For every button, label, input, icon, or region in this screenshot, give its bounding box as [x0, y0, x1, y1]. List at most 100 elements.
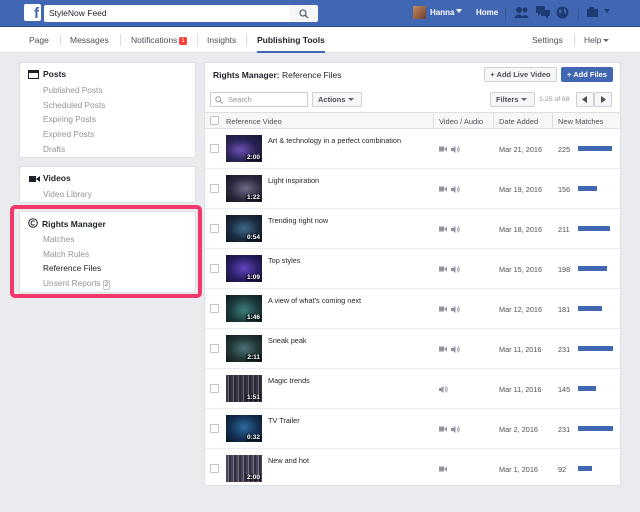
page-switcher-icon[interactable]	[587, 6, 601, 19]
search-icon	[215, 96, 223, 104]
table-row[interactable]: 1:46 A view of what's coming next Mar 12, …	[205, 289, 620, 329]
sidebar-item-video-library[interactable]: Video Library	[43, 189, 92, 199]
home-link[interactable]: Home	[476, 8, 498, 17]
sidebar-item-expired-posts[interactable]: Expired Posts	[43, 129, 94, 139]
column-date-added[interactable]: Date Added	[499, 117, 538, 126]
messages-icon[interactable]	[536, 6, 550, 19]
new-matches-count[interactable]: 198	[558, 265, 570, 274]
new-matches-bar	[578, 146, 612, 151]
search-button[interactable]	[290, 5, 318, 22]
video-title[interactable]: Light inspiration	[268, 176, 319, 185]
video-thumbnail[interactable]: 1:09	[226, 255, 262, 282]
video-thumbnail[interactable]: 2:00	[226, 455, 262, 482]
table-row[interactable]: 2:00 Art & technology in a perfect combin…	[205, 129, 620, 169]
facebook-logo[interactable]: f	[24, 4, 41, 21]
row-checkbox[interactable]	[210, 464, 219, 473]
tab-notifications[interactable]: Notifications 1	[131, 27, 187, 53]
add-files-button[interactable]: + Add Files	[561, 67, 613, 82]
table-row[interactable]: 1:22 Light inspiration Mar 19, 2016 156	[205, 169, 620, 209]
settings-link[interactable]: Settings	[532, 27, 563, 53]
tab-messages[interactable]: Messages	[70, 27, 109, 53]
table-row[interactable]: 2:11 Sneak peak Mar 11, 2016 231	[205, 329, 620, 369]
page-title: Rights Manager: Reference Files	[213, 70, 341, 80]
avatar[interactable]	[413, 6, 426, 19]
chevron-down-icon[interactable]	[456, 9, 462, 13]
add-live-video-button[interactable]: + Add Live Video	[484, 67, 557, 82]
settings-chevron-down-icon[interactable]	[604, 9, 610, 13]
video-title[interactable]: Art & technology in a perfect combinatio…	[268, 136, 401, 145]
table-row[interactable]: 0:54 Trending right now Mar 18, 2016 211	[205, 209, 620, 249]
new-matches-count[interactable]: 225	[558, 145, 570, 154]
help-menu[interactable]: Help	[584, 27, 610, 53]
date-added: Mar 11, 2016	[499, 345, 542, 354]
row-checkbox[interactable]	[210, 384, 219, 393]
select-all-checkbox[interactable]	[210, 116, 219, 125]
tab-page[interactable]: Page	[29, 27, 49, 53]
video-title[interactable]: Trending right now	[268, 216, 328, 225]
new-matches-count[interactable]: 211	[558, 225, 570, 234]
new-matches-count[interactable]: 181	[558, 305, 570, 314]
video-camera-icon	[29, 176, 40, 182]
video-thumbnail[interactable]: 0:54	[226, 215, 262, 242]
new-matches-bar	[578, 386, 596, 391]
new-matches-count[interactable]: 92	[558, 465, 566, 474]
column-reference-video[interactable]: Reference Video	[226, 117, 282, 126]
audio-icon	[451, 425, 460, 433]
table-row[interactable]: 1:09 Top styles Mar 15, 2016 198	[205, 249, 620, 289]
divider	[60, 34, 61, 46]
globe-icon[interactable]	[556, 6, 569, 19]
sidebar-item-scheduled-posts[interactable]: Scheduled Posts	[43, 100, 105, 110]
row-checkbox[interactable]	[210, 304, 219, 313]
video-title[interactable]: New and hot	[268, 456, 309, 465]
audio-icon	[451, 225, 460, 233]
new-matches-count[interactable]: 156	[558, 185, 570, 194]
filters-dropdown[interactable]: Filters	[490, 92, 535, 107]
actions-dropdown[interactable]: Actions	[312, 92, 362, 107]
sidebar-item-expiring-posts[interactable]: Expiring Posts	[43, 114, 96, 124]
tab-insights[interactable]: Insights	[207, 27, 236, 53]
column-video-audio[interactable]: Video / Audio	[439, 117, 483, 126]
video-title[interactable]: Sneak peak	[268, 336, 307, 345]
sidebar-item-published-posts[interactable]: Published Posts	[43, 85, 103, 95]
table-row[interactable]: 2:00 New and hot Mar 1, 2016 92	[205, 449, 620, 485]
next-page-button[interactable]	[594, 92, 612, 107]
friend-requests-icon[interactable]	[514, 6, 530, 19]
sidebar-item-drafts[interactable]: Drafts	[43, 144, 65, 154]
new-matches-count[interactable]: 231	[558, 425, 570, 434]
chevron-right-icon	[601, 96, 606, 103]
row-checkbox[interactable]	[210, 184, 219, 193]
search-input[interactable]: Search	[210, 92, 308, 107]
new-matches-count[interactable]: 231	[558, 345, 570, 354]
search-input[interactable]: StyleNow Feed	[44, 5, 290, 22]
row-checkbox[interactable]	[210, 344, 219, 353]
profile-name-link[interactable]: Hanna	[430, 8, 454, 17]
video-title[interactable]: Magic trends	[268, 376, 310, 385]
video-title[interactable]: TV Trailer	[268, 416, 300, 425]
row-checkbox[interactable]	[210, 144, 219, 153]
row-checkbox[interactable]	[210, 264, 219, 273]
videos-title: Videos	[43, 173, 71, 183]
divider	[505, 7, 506, 20]
media-type-icons	[439, 265, 460, 273]
rights-manager-highlight	[10, 205, 202, 298]
previous-page-button[interactable]	[576, 92, 594, 107]
video-thumbnail[interactable]: 2:00	[226, 135, 262, 162]
audio-icon	[439, 385, 448, 393]
video-thumbnail[interactable]: 0:32	[226, 415, 262, 442]
column-new-matches[interactable]: New Matches	[558, 117, 603, 126]
video-icon	[439, 466, 447, 472]
video-thumbnail[interactable]: 2:11	[226, 335, 262, 362]
date-added: Mar 19, 2016	[499, 185, 542, 194]
video-thumbnail[interactable]: 1:22	[226, 175, 262, 202]
tab-publishing-tools[interactable]: Publishing Tools	[257, 27, 325, 53]
video-thumbnail[interactable]: 1:46	[226, 295, 262, 322]
video-title[interactable]: A view of what's coming next	[268, 296, 361, 305]
table-row[interactable]: 1:51 Magic trends Mar 11, 2016 145	[205, 369, 620, 409]
video-icon	[439, 226, 447, 232]
table-row[interactable]: 0:32 TV Trailer Mar 2, 2016 231	[205, 409, 620, 449]
video-title[interactable]: Top styles	[268, 256, 300, 265]
new-matches-count[interactable]: 145	[558, 385, 570, 394]
row-checkbox[interactable]	[210, 424, 219, 433]
video-thumbnail[interactable]: 1:51	[226, 375, 262, 402]
row-checkbox[interactable]	[210, 224, 219, 233]
